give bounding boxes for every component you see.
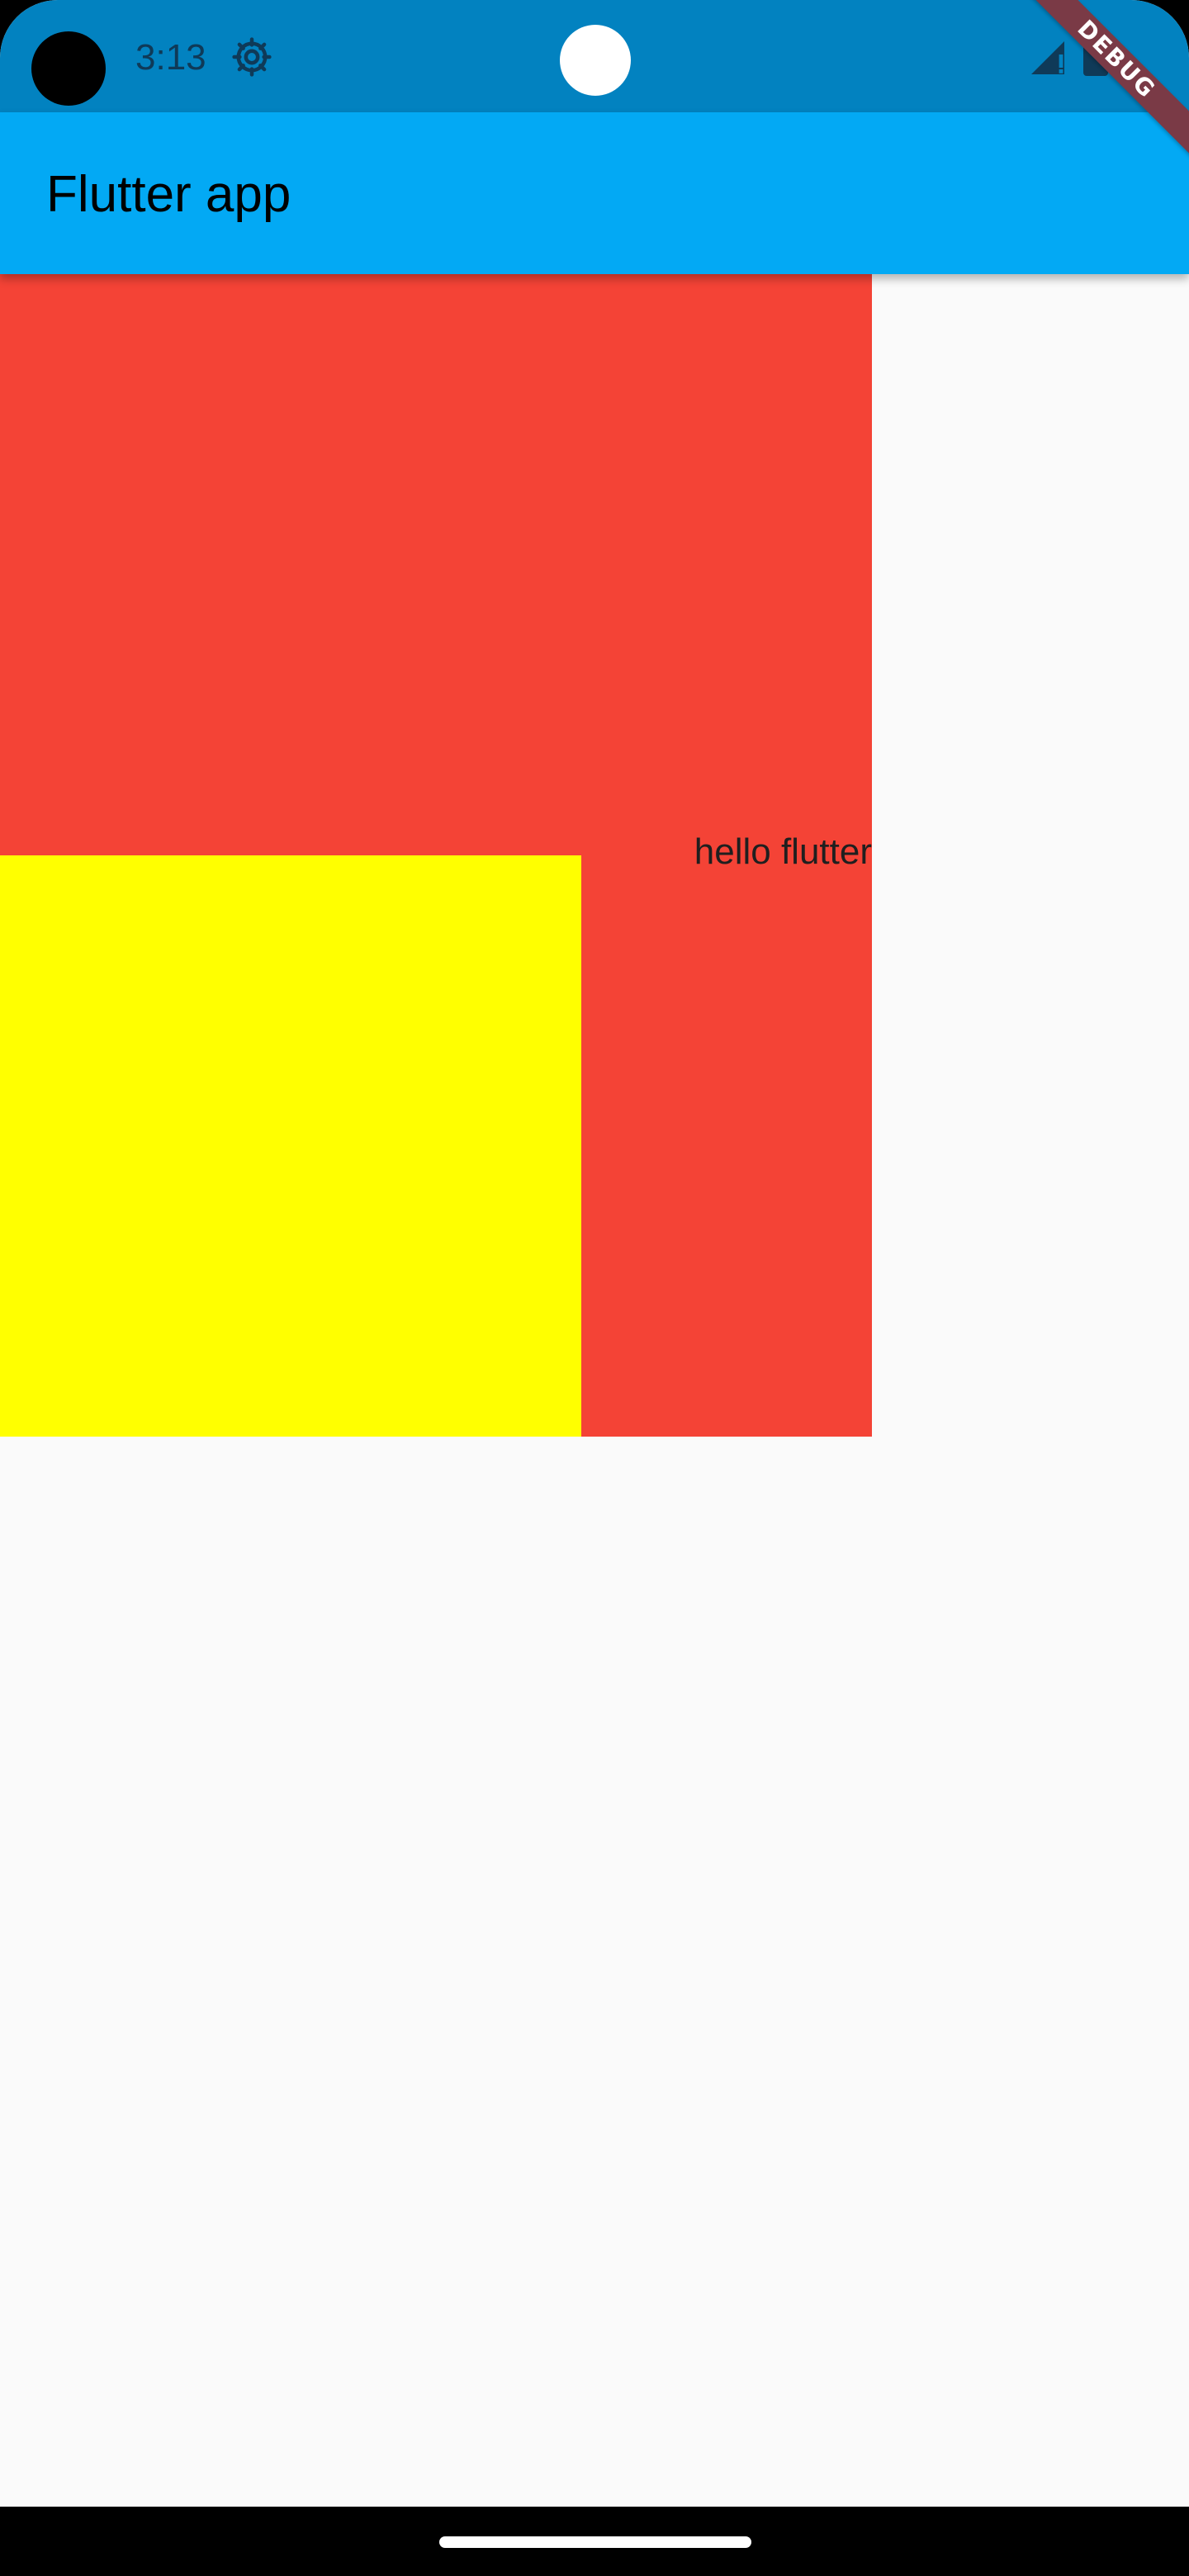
navigation-bar <box>0 2507 1189 2576</box>
hello-text: hello flutter <box>694 831 872 872</box>
app-bar: Flutter app <box>0 112 1189 274</box>
signal-icon <box>1031 41 1064 74</box>
camera-cutout <box>31 31 106 106</box>
status-time: 3:13 <box>135 37 206 78</box>
status-bar: 3:13 <box>0 0 1189 112</box>
app-title: Flutter app <box>46 166 291 223</box>
center-dot-indicator <box>560 25 631 96</box>
phone-screen: 3:13 Flutter app DEBUG hello flutter <box>0 0 1189 2576</box>
settings-icon <box>232 37 272 77</box>
yellow-container <box>0 855 581 1437</box>
red-container: hello flutter <box>0 274 872 1437</box>
home-handle[interactable] <box>439 2536 751 2548</box>
content-area: hello flutter <box>0 274 1189 2507</box>
